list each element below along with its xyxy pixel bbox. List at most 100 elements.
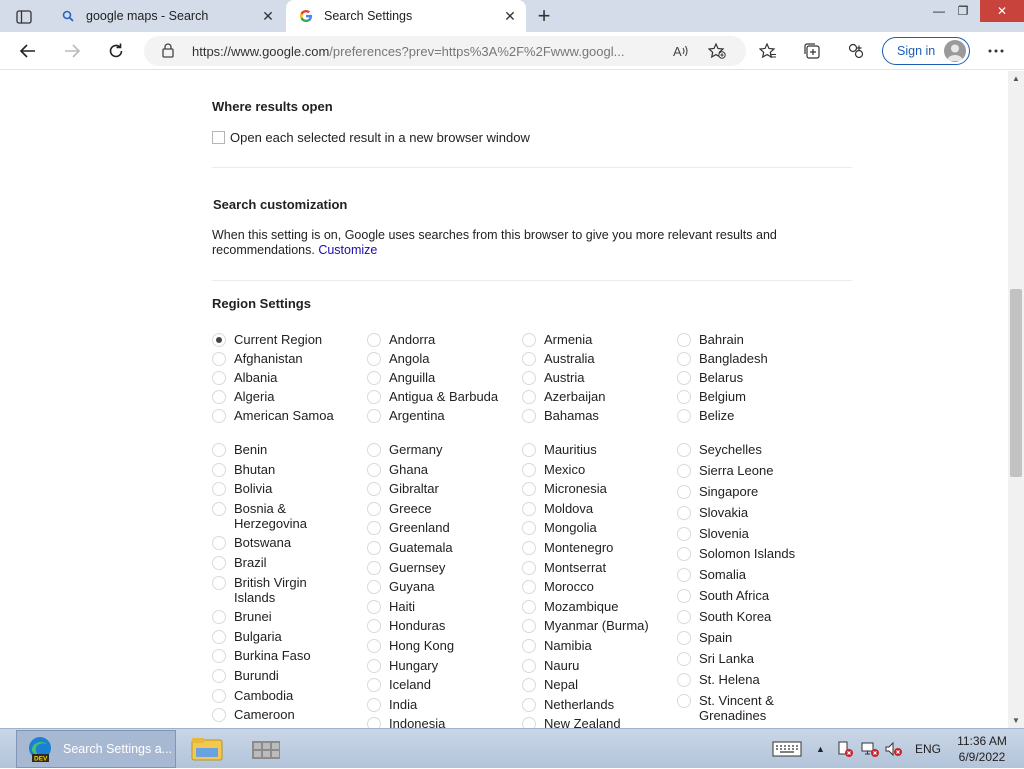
region-option[interactable]: Mozambique (522, 599, 618, 614)
back-button[interactable] (14, 38, 42, 64)
action-center-icon[interactable] (836, 729, 854, 769)
radio-button[interactable] (367, 698, 381, 712)
customize-link[interactable]: Customize (318, 243, 377, 257)
radio-button[interactable] (677, 610, 691, 624)
region-option[interactable]: Antigua & Barbuda (367, 389, 498, 404)
radio-button[interactable] (212, 463, 226, 477)
collections-icon[interactable] (798, 38, 826, 64)
region-option[interactable]: Namibia (522, 638, 592, 653)
radio-selected[interactable] (212, 333, 226, 347)
tray-expand-icon[interactable]: ▲ (816, 729, 825, 769)
radio-button[interactable] (367, 463, 381, 477)
region-option[interactable]: Montserrat (522, 560, 606, 575)
region-option[interactable]: Ghana (367, 462, 428, 477)
region-option[interactable]: Bahamas (522, 408, 599, 423)
radio-button[interactable] (212, 576, 226, 590)
keyboard-icon[interactable] (772, 729, 802, 769)
language-indicator[interactable]: ENG (915, 729, 941, 769)
lock-icon[interactable] (162, 43, 174, 63)
radio-button[interactable] (367, 580, 381, 594)
region-option[interactable]: Burkina Faso (212, 648, 311, 663)
radio-button[interactable] (367, 659, 381, 673)
radio-button[interactable] (522, 639, 536, 653)
region-option[interactable]: American Samoa (212, 408, 334, 423)
region-option[interactable]: Current Region (212, 332, 322, 347)
region-option[interactable]: Myanmar (Burma) (522, 618, 649, 633)
radio-button[interactable] (677, 443, 691, 457)
radio-button[interactable] (522, 678, 536, 692)
region-option[interactable]: Haiti (367, 599, 415, 614)
radio-button[interactable] (212, 556, 226, 570)
region-option[interactable]: Albania (212, 370, 277, 385)
network-icon[interactable] (860, 729, 880, 769)
open-in-new-window-option[interactable]: Open each selected result in a new brows… (212, 130, 530, 145)
region-option[interactable]: Morocco (522, 579, 594, 594)
radio-button[interactable] (212, 610, 226, 624)
region-option[interactable]: Australia (522, 351, 595, 366)
region-option[interactable]: New Zealand (522, 716, 621, 728)
region-option[interactable]: South Africa (677, 588, 769, 603)
radio-button[interactable] (677, 371, 691, 385)
scroll-up-icon[interactable]: ▲ (1012, 74, 1020, 83)
radio-button[interactable] (522, 333, 536, 347)
file-explorer-icon[interactable] (190, 729, 224, 769)
radio-button[interactable] (367, 502, 381, 516)
radio-button[interactable] (677, 333, 691, 347)
region-option[interactable]: Andorra (367, 332, 435, 347)
radio-button[interactable] (367, 521, 381, 535)
radio-button[interactable] (522, 717, 536, 728)
region-option[interactable]: Belgium (677, 389, 746, 404)
radio-button[interactable] (367, 390, 381, 404)
close-window-icon[interactable]: ✕ (980, 0, 1024, 22)
region-option[interactable]: Slovenia (677, 526, 749, 541)
radio-button[interactable] (367, 482, 381, 496)
radio-button[interactable] (522, 580, 536, 594)
region-option[interactable]: Azerbaijan (522, 389, 605, 404)
radio-button[interactable] (212, 708, 226, 722)
radio-button[interactable] (522, 600, 536, 614)
radio-button[interactable] (677, 631, 691, 645)
region-option[interactable]: Spain (677, 630, 732, 645)
radio-button[interactable] (677, 652, 691, 666)
tab-google-maps[interactable]: google maps - Search ✕ (48, 0, 284, 32)
region-option[interactable]: Brazil (212, 555, 267, 570)
region-option[interactable]: Mongolia (522, 520, 597, 535)
radio-button[interactable] (367, 600, 381, 614)
region-option[interactable]: Bolivia (212, 481, 272, 496)
restore-icon[interactable]: ❐ (948, 0, 978, 22)
radio-button[interactable] (522, 482, 536, 496)
url-text[interactable]: https://www.google.com/preferences?prev=… (192, 44, 662, 59)
region-option[interactable]: Brunei (212, 609, 272, 624)
region-option[interactable]: Bhutan (212, 462, 275, 477)
radio-button[interactable] (677, 352, 691, 366)
radio-button[interactable] (212, 630, 226, 644)
radio-button[interactable] (212, 390, 226, 404)
region-option[interactable]: Seychelles (677, 442, 762, 457)
region-option[interactable]: Nepal (522, 677, 578, 692)
region-option[interactable]: Belize (677, 408, 734, 423)
radio-button[interactable] (367, 717, 381, 728)
refresh-button[interactable] (102, 38, 130, 64)
radio-button[interactable] (367, 678, 381, 692)
region-option[interactable]: Indonesia (367, 716, 445, 728)
favorites-icon[interactable] (754, 38, 782, 64)
region-option[interactable]: Hong Kong (367, 638, 454, 653)
read-aloud-icon[interactable]: A (670, 41, 692, 61)
radio-button[interactable] (212, 482, 226, 496)
region-option[interactable]: Argentina (367, 408, 445, 423)
radio-button[interactable] (677, 568, 691, 582)
region-option[interactable]: Solomon Islands (677, 546, 795, 561)
radio-button[interactable] (367, 639, 381, 653)
scroll-down-icon[interactable]: ▼ (1012, 716, 1020, 725)
sign-in-button[interactable]: Sign in (882, 37, 970, 65)
radio-button[interactable] (677, 527, 691, 541)
region-option[interactable]: Mexico (522, 462, 585, 477)
region-option[interactable]: Bangladesh (677, 351, 768, 366)
region-option[interactable]: South Korea (677, 609, 771, 624)
radio-button[interactable] (212, 502, 226, 516)
radio-button[interactable] (522, 698, 536, 712)
region-option[interactable]: St. Vincent & Grenadines (677, 693, 802, 723)
radio-button[interactable] (677, 694, 691, 708)
region-option[interactable]: Nauru (522, 658, 579, 673)
region-option[interactable]: Belarus (677, 370, 743, 385)
